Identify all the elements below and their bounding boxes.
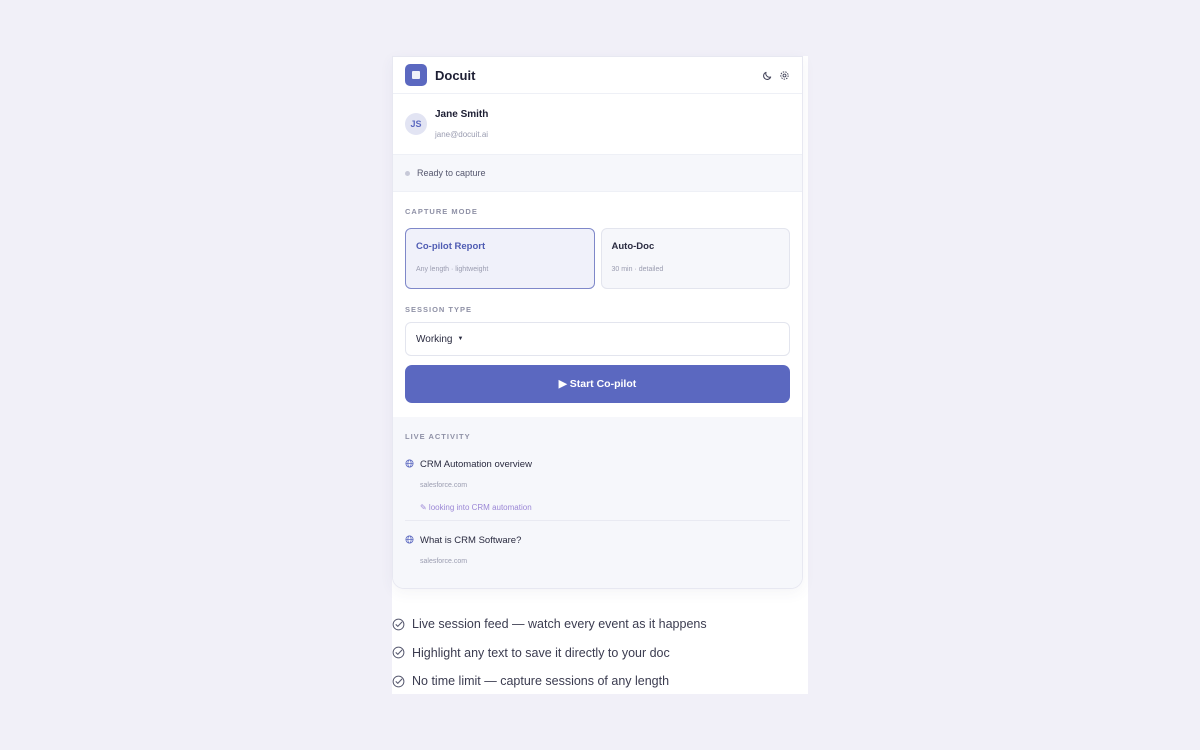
- activity-title: What is CRM Software?: [420, 535, 522, 546]
- panel-header: Docuit: [393, 57, 802, 94]
- live-activity-section: LIVE ACTIVITY CRM Automation overview sa…: [393, 417, 802, 588]
- check-circle-icon: [392, 675, 405, 688]
- capture-mode-section: CAPTURE MODE Co-pilot Report Any length …: [393, 192, 802, 403]
- activity-note: ✎ looking into CRM automation: [420, 503, 532, 512]
- gear-icon[interactable]: [779, 70, 790, 81]
- check-circle-icon: [392, 646, 405, 659]
- status-dot-icon: [405, 170, 410, 176]
- start-copilot-button[interactable]: ▶ Start Co-pilot: [405, 365, 790, 403]
- session-type-value: Working: [416, 333, 453, 345]
- live-activity-label: LIVE ACTIVITY: [405, 432, 471, 441]
- feature-text: Live session feed — watch every event as…: [412, 617, 707, 632]
- mode-subtitle: 30 min · detailed: [611, 266, 664, 273]
- feature-text: Highlight any text to save it directly t…: [412, 645, 670, 660]
- app-logo: [405, 64, 427, 86]
- avatar: JS: [405, 113, 427, 135]
- extension-panel: Docuit JS Jane Smith jane@docuit.ai Read…: [392, 56, 803, 589]
- globe-icon: [405, 455, 414, 468]
- user-card: JS Jane Smith jane@docuit.ai: [393, 94, 802, 155]
- activity-divider: [405, 520, 790, 521]
- caret-down-icon: ▼: [457, 336, 464, 342]
- activity-title: CRM Automation overview: [420, 459, 532, 470]
- app-name: Docuit: [435, 67, 476, 83]
- mode-option-copilot-report[interactable]: Co-pilot Report Any length · lightweight: [405, 228, 595, 289]
- feature-text: No time limit — capture sessions of any …: [412, 674, 670, 689]
- user-email: jane@docuit.ai: [435, 130, 489, 139]
- activity-item[interactable]: CRM Automation overview salesforce.com ✎…: [405, 455, 790, 512]
- session-type-label: SESSION TYPE: [405, 305, 473, 314]
- activity-url: salesforce.com: [420, 558, 468, 565]
- feature-item: Live session feed — watch every event as…: [392, 610, 707, 639]
- check-circle-icon: [392, 618, 405, 631]
- feature-item: Highlight any text to save it directly t…: [392, 639, 707, 668]
- feature-list: Live session feed — watch every event as…: [392, 610, 707, 696]
- activity-item[interactable]: What is CRM Software? salesforce.com: [405, 531, 790, 565]
- moon-icon[interactable]: [762, 70, 773, 81]
- feature-item: No time limit — capture sessions of any …: [392, 667, 707, 696]
- status-bar: Ready to capture: [393, 155, 802, 192]
- globe-icon: [405, 531, 414, 544]
- capture-mode-label: CAPTURE MODE: [405, 207, 478, 216]
- user-name: Jane Smith: [435, 109, 489, 120]
- session-type-select[interactable]: Working ▼: [405, 322, 790, 356]
- mode-title: Auto-Doc: [611, 241, 655, 252]
- mode-subtitle: Any length · lightweight: [416, 266, 489, 273]
- mode-option-auto-doc[interactable]: Auto-Doc 30 min · detailed: [600, 228, 790, 289]
- mode-title: Co-pilot Report: [416, 241, 486, 252]
- status-text: Ready to capture: [417, 168, 486, 178]
- activity-url: salesforce.com: [420, 482, 468, 489]
